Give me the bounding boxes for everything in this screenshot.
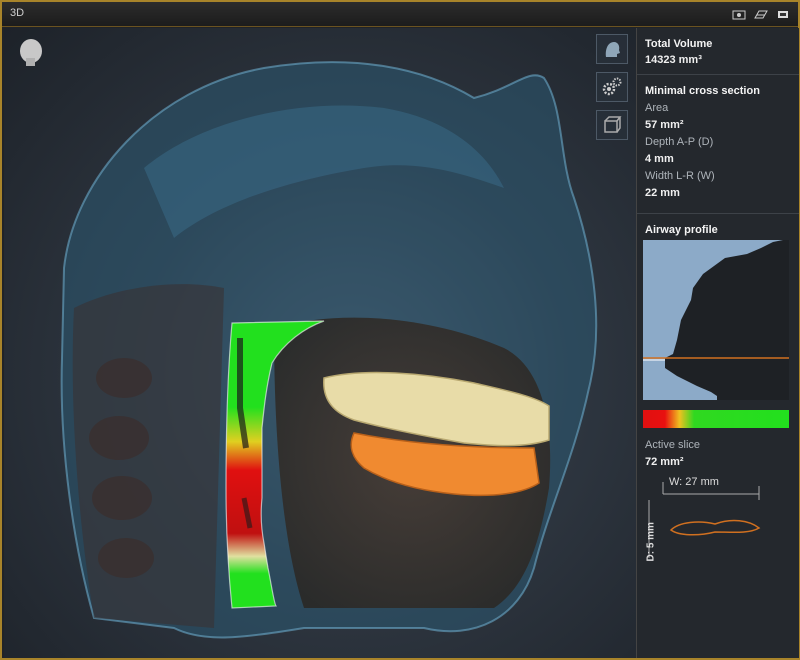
width-label: Width L-R (W) bbox=[645, 170, 715, 182]
airway-profile-chart[interactable] bbox=[643, 240, 789, 400]
airway-profile-area bbox=[643, 240, 783, 400]
area-label: Area bbox=[645, 102, 669, 114]
depth-value: 4 mm bbox=[645, 153, 674, 165]
width-value: 22 mm bbox=[645, 187, 680, 199]
settings-button[interactable] bbox=[596, 72, 628, 102]
airway-profile-section: Airway profile Active slice 72 mm² W: 27… bbox=[637, 214, 799, 614]
cube-icon bbox=[604, 116, 622, 133]
clip-box-button[interactable] bbox=[596, 110, 628, 140]
active-slice-label: Active slice bbox=[645, 439, 701, 451]
airway-color-scale bbox=[643, 410, 789, 428]
total-volume-value: 14323 mm³ bbox=[645, 54, 702, 66]
min-cross-section: Minimal cross section Area 57 mm² Depth … bbox=[637, 75, 799, 214]
width-measure-label: W: 27 mm bbox=[669, 476, 719, 488]
maximize-icon[interactable] bbox=[776, 7, 790, 18]
depth-measure-label: D: 5 mm bbox=[645, 522, 657, 562]
min-cross-section-heading: Minimal cross section bbox=[645, 85, 760, 97]
app-window: 3D Total Volume 14323 mm³ Minimal cross … bbox=[0, 0, 800, 660]
3d-viewport[interactable] bbox=[4, 28, 636, 658]
depth-label: Depth A-P (D) bbox=[645, 136, 714, 148]
airway-profile-heading: Airway profile bbox=[645, 224, 718, 236]
skull-render bbox=[60, 61, 598, 639]
head-profile-icon bbox=[605, 42, 620, 57]
window-title: 3D bbox=[10, 7, 25, 19]
screenshot-icon[interactable] bbox=[732, 7, 746, 20]
title-bar: 3D bbox=[2, 2, 798, 27]
area-value: 57 mm² bbox=[645, 119, 684, 131]
total-volume-label: Total Volume bbox=[645, 38, 713, 50]
head-orientation-icon[interactable] bbox=[16, 38, 46, 68]
print-icon[interactable] bbox=[754, 7, 768, 19]
gear-icon bbox=[602, 77, 622, 96]
total-volume-section: Total Volume 14323 mm³ bbox=[637, 28, 799, 75]
active-slice-value: 72 mm² bbox=[645, 456, 684, 468]
measurement-panel: Total Volume 14323 mm³ Minimal cross sec… bbox=[636, 28, 799, 658]
view-presets-button[interactable] bbox=[596, 34, 628, 64]
